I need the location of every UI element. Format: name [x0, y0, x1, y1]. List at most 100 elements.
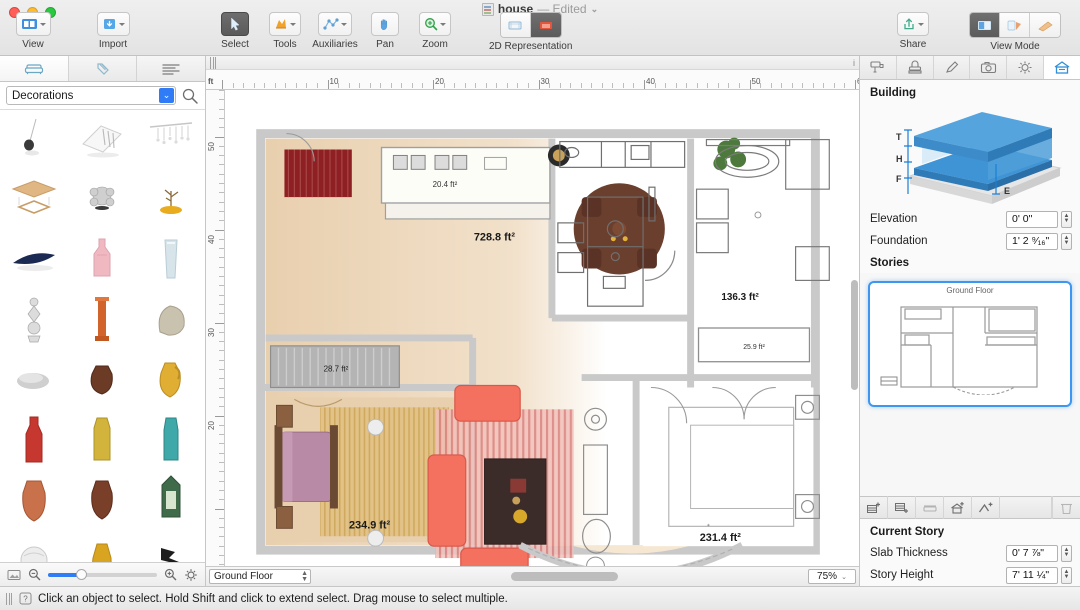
list-item[interactable] — [137, 110, 205, 170]
list-item[interactable] — [0, 290, 68, 350]
magnifier-plus-icon[interactable] — [164, 568, 177, 581]
list-item[interactable] — [0, 110, 68, 170]
inspector-tab-sun[interactable] — [1007, 56, 1045, 79]
representation-2d-option[interactable] — [530, 13, 561, 37]
list-item[interactable] — [137, 530, 205, 562]
stories-list[interactable]: Ground Floor — [860, 273, 1080, 496]
list-item[interactable] — [68, 530, 136, 562]
list-item[interactable] — [68, 170, 136, 230]
ruler-tick — [219, 220, 224, 222]
zoom-level-selector[interactable]: 75% ⌄ — [808, 569, 856, 584]
list-item[interactable] — [0, 530, 68, 562]
list-item[interactable] — [68, 410, 136, 470]
canvas-horizontal-scrollbar[interactable] — [315, 572, 804, 581]
list-item[interactable] — [68, 290, 136, 350]
library-tab-list[interactable] — [137, 56, 205, 81]
view-toolbar-button[interactable]: View — [8, 12, 58, 50]
foundation-input[interactable]: 1' 2 ⁹⁄₁₆" — [1006, 232, 1058, 250]
chevron-down-icon[interactable] — [341, 22, 347, 26]
chevron-down-icon[interactable] — [118, 22, 125, 26]
list-item[interactable] — [137, 410, 205, 470]
library-items-grid[interactable] — [0, 110, 205, 562]
duplicate-story-button[interactable] — [916, 496, 944, 519]
inspector-tab-pencil[interactable] — [934, 56, 971, 79]
list-item[interactable] — [68, 350, 136, 410]
story-selector[interactable]: Ground Floor ▲ ▼ — [209, 569, 311, 584]
chevron-down-icon[interactable] — [440, 22, 446, 26]
inspector-tab-stamp[interactable] — [897, 56, 934, 79]
slab-thickness-input[interactable]: 0' 7 ⅞" — [1006, 544, 1058, 562]
gear-icon[interactable] — [184, 568, 198, 582]
list-item[interactable] — [0, 410, 68, 470]
story-card-ground-floor[interactable]: Ground Floor — [868, 281, 1072, 407]
search-icon[interactable] — [181, 87, 199, 105]
add-story-above-button[interactable] — [860, 496, 888, 519]
elevation-stepper[interactable]: ▲ ▼ — [1061, 210, 1072, 228]
tool-tools[interactable]: Tools — [260, 12, 310, 50]
hint-drag-handle[interactable] — [6, 592, 13, 605]
thumbnail-size-slider[interactable] — [48, 568, 157, 580]
ruler-tick — [219, 164, 224, 166]
inspector-tab-camera[interactable] — [970, 56, 1008, 79]
question-icon[interactable]: ? — [19, 592, 32, 605]
ruler-tick — [633, 83, 635, 88]
add-story-below-button[interactable] — [888, 496, 916, 519]
list-item[interactable] — [137, 470, 205, 530]
list-item[interactable] — [137, 350, 205, 410]
list-item[interactable] — [137, 230, 205, 290]
floor-plan-drawing[interactable]: 20.4 ft² 28.7 ft² 234.9 ft² 728.8 ft² 13… — [225, 90, 859, 566]
list-item[interactable] — [0, 170, 68, 230]
list-item[interactable] — [0, 350, 68, 410]
panel-drag-handle[interactable] — [210, 56, 217, 69]
ruler-tick — [295, 83, 297, 88]
inspector-tab-building[interactable] — [1044, 56, 1080, 79]
floor-plan-canvas[interactable]: 20.4 ft² 28.7 ft² 234.9 ft² 728.8 ft² 13… — [225, 90, 859, 566]
representation-segmented[interactable] — [499, 12, 562, 38]
view-mode-sketch-option[interactable] — [1030, 13, 1060, 37]
tool-zoom[interactable]: Zoom — [410, 12, 460, 50]
list-item[interactable] — [0, 470, 68, 530]
chevron-down-icon[interactable] — [39, 22, 46, 26]
import-toolbar-button[interactable]: Import — [88, 12, 138, 50]
library-tab-furniture[interactable] — [0, 56, 69, 81]
chevron-down-icon[interactable] — [290, 22, 296, 26]
story-height-input[interactable]: 7' 11 ¼" — [1006, 566, 1058, 584]
slab-thickness-stepper[interactable]: ▲ ▼ — [1061, 544, 1072, 562]
view-mode-split-option[interactable] — [1000, 13, 1030, 37]
chevron-down-icon[interactable]: ⌄ — [841, 573, 847, 581]
tool-select[interactable]: Select — [210, 12, 260, 50]
stamp-icon — [907, 60, 923, 75]
list-item[interactable] — [68, 230, 136, 290]
add-gable-button[interactable] — [972, 496, 1000, 519]
library-tab-materials[interactable] — [69, 56, 138, 81]
category-dropdown[interactable]: Decorations — [6, 86, 176, 105]
tool-auxiliaries[interactable]: Auxiliaries — [310, 12, 360, 50]
chevron-down-icon[interactable] — [918, 22, 924, 26]
list-item[interactable] — [137, 290, 205, 350]
library-footer — [0, 562, 205, 586]
magnifier-minus-icon[interactable] — [28, 568, 41, 581]
view-mode-segmented[interactable] — [969, 12, 1061, 38]
list-item[interactable] — [68, 110, 136, 170]
representation-3d-option[interactable] — [500, 13, 531, 37]
ruler-tick — [485, 83, 487, 88]
info-icon[interactable]: i — [853, 58, 855, 68]
list-item[interactable] — [68, 470, 136, 530]
elevation-input[interactable]: 0' 0" — [1006, 210, 1058, 228]
image-icon[interactable] — [7, 569, 21, 581]
story-height-stepper[interactable]: ▲ ▼ — [1061, 566, 1072, 584]
list-item[interactable] — [137, 170, 205, 230]
add-roof-story-button[interactable] — [944, 496, 972, 519]
inspector-tab-paint[interactable] — [860, 56, 897, 79]
chevron-down-icon[interactable] — [159, 88, 174, 103]
view-mode-solid-option[interactable] — [970, 13, 1000, 37]
delete-story-button[interactable] — [1052, 496, 1080, 519]
tool-pan[interactable]: Pan — [360, 12, 410, 50]
chevron-updown-icon[interactable]: ▲ ▼ — [301, 570, 308, 583]
foundation-stepper[interactable]: ▲ ▼ — [1061, 232, 1072, 250]
share-button[interactable]: Share — [888, 12, 938, 50]
list-item[interactable] — [0, 230, 68, 290]
ruler-tick — [770, 83, 772, 88]
canvas-vertical-scrollbar[interactable] — [851, 280, 858, 390]
chevron-down-icon[interactable]: ⌄ — [591, 4, 599, 15]
